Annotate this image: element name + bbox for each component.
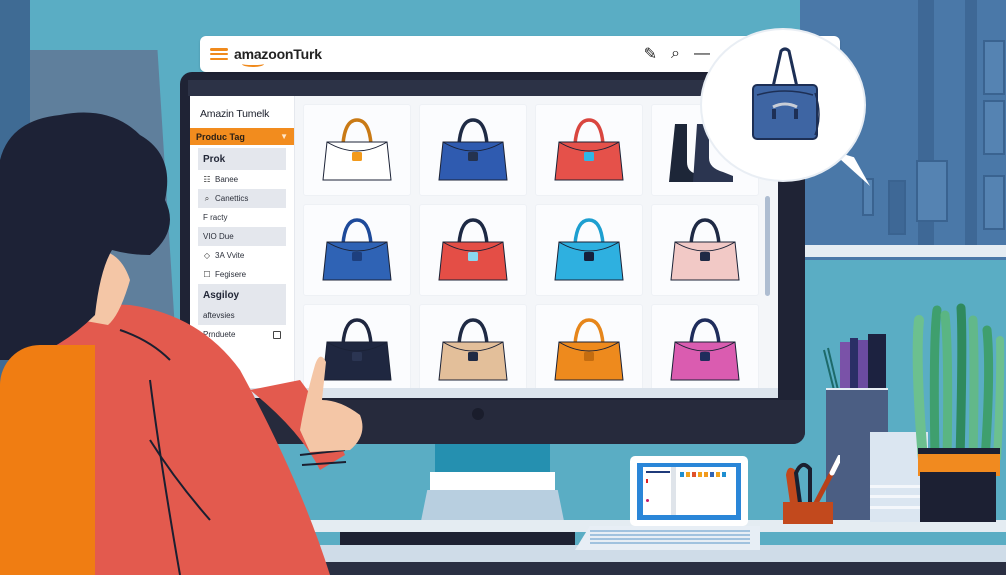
scissor-cup <box>783 502 833 524</box>
background-window <box>916 160 948 222</box>
toolbar-actions: ✎ ⌕ — <box>644 44 710 64</box>
background-door <box>888 180 906 235</box>
background-window <box>983 40 1005 95</box>
scissors-brush-icon <box>786 455 840 505</box>
laptop-keys <box>590 530 750 544</box>
product-card-pink-purse[interactable] <box>651 204 759 296</box>
background-column <box>965 0 977 250</box>
laptop-swatch <box>716 472 720 477</box>
laptop-swatch <box>698 472 702 477</box>
search-icon[interactable]: ⌕ <box>671 45 680 63</box>
laptop-swatch <box>710 472 714 477</box>
product-card-beige-dome-bag[interactable] <box>419 304 527 396</box>
laptop-app-panel <box>643 467 736 515</box>
laptop-swatch <box>704 472 708 477</box>
laptop-divider <box>671 467 676 515</box>
product-card-red-crossbody-bag[interactable] <box>535 104 643 196</box>
plant-pot <box>920 472 996 522</box>
red-satchel-icon <box>438 218 508 281</box>
laptop-swatches <box>680 472 726 477</box>
background-window <box>983 175 1005 230</box>
cyan-duffel-icon <box>554 218 624 281</box>
background-shelf <box>800 245 1006 257</box>
red-crossbody-bag-icon <box>554 118 624 181</box>
plant-leaves-icon <box>912 303 1005 460</box>
pink-purse-icon <box>670 218 740 281</box>
product-card-cyan-duffel[interactable] <box>535 204 643 296</box>
laptop-marker <box>646 479 648 483</box>
brand-name: amazoonTurk <box>234 46 322 62</box>
blue-tote-icon <box>438 118 508 181</box>
bubble-tote-bag-icon <box>752 47 820 140</box>
pink-messenger-icon <box>670 318 740 381</box>
laptop-swatch <box>722 472 726 477</box>
minimize-icon[interactable]: — <box>694 45 710 63</box>
background-window <box>983 100 1005 155</box>
beige-dome-bag-icon <box>438 318 508 381</box>
brand-logo[interactable]: amazoonTurk <box>234 46 322 67</box>
product-card-blue-tote[interactable] <box>419 104 527 196</box>
smile-logo-icon <box>242 61 264 67</box>
orange-satchel-icon <box>554 318 624 381</box>
product-card-red-satchel[interactable] <box>419 204 527 296</box>
product-card-orange-satchel[interactable] <box>535 304 643 396</box>
monitor-stand-plate <box>430 472 555 490</box>
product-card-pink-messenger[interactable] <box>651 304 759 396</box>
laptop-swatch <box>692 472 696 477</box>
hamburger-menu-icon[interactable] <box>210 48 228 60</box>
laptop-swatch <box>680 472 684 477</box>
apple-logo-icon <box>472 408 484 420</box>
scrollbar[interactable] <box>765 196 770 296</box>
laptop-swatch <box>686 472 690 477</box>
laptop-header-line <box>646 471 670 473</box>
chair-back <box>0 345 95 575</box>
laptop-marker <box>646 499 649 502</box>
books-icon <box>823 334 886 392</box>
edit-icon[interactable]: ✎ <box>644 44 657 64</box>
